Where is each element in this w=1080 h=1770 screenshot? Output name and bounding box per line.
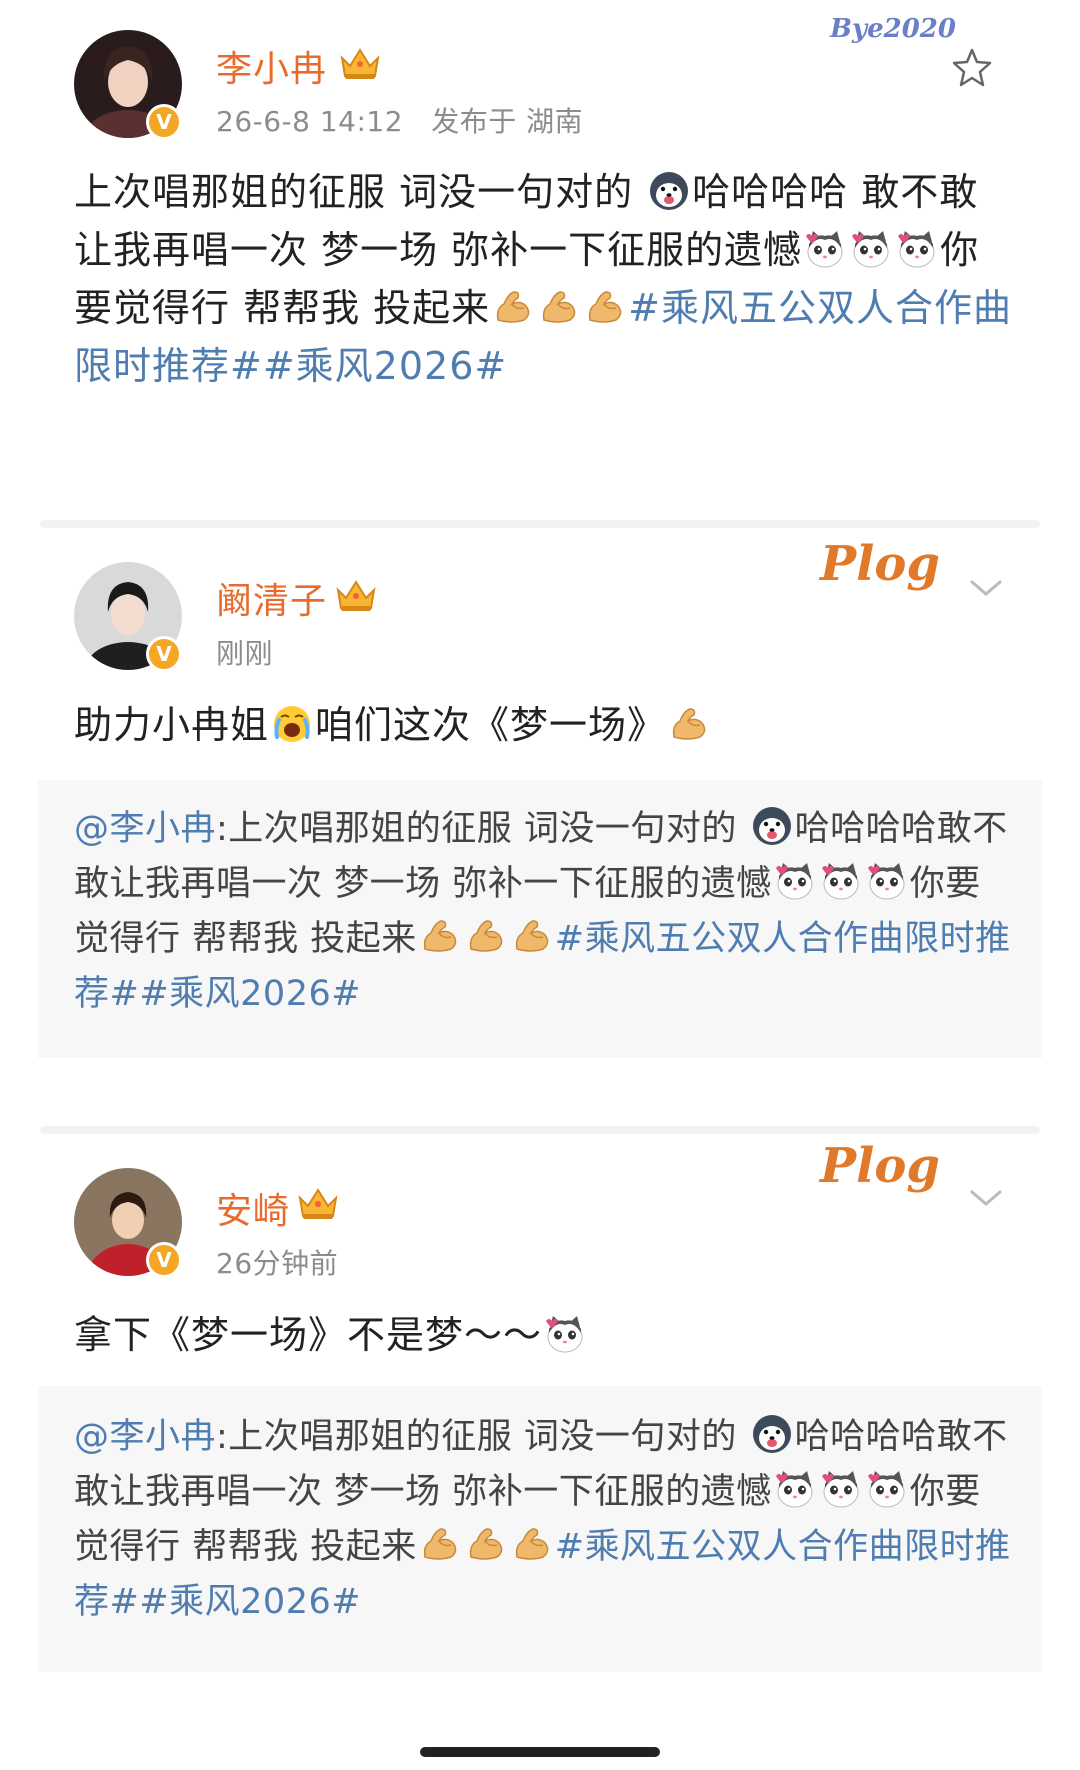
post-card-1: V 李小冉 26-6-8 14:12 发布于 湖南 Bye2020 上次唱那姐的… [0, 0, 1080, 460]
divider [40, 520, 1040, 528]
post-body: 助力小冉姐 咱们这次《梦一场》 [74, 696, 1014, 754]
quote-text-a: :上次唱那姐的征服 词没一句对的 [216, 1417, 749, 1457]
muscle-emoji-icon [492, 286, 534, 328]
crown-icon [338, 44, 382, 82]
sticker-text: Plog [820, 536, 940, 592]
username[interactable]: 李小冉 [216, 40, 327, 92]
divider [40, 1126, 1040, 1134]
post-time: 26-6-8 14:12 发布于 湖南 [216, 100, 583, 140]
cat-heart-emoji-icon [820, 860, 862, 902]
post-body: 上次唱那姐的征服 词没一句对的 哈哈哈哈 敢不敢让我再唱一次 梦一场 弥补一下征… [74, 163, 1014, 395]
body-text-a: 上次唱那姐的征服 词没一句对的 [74, 170, 647, 214]
husky-emoji-icon [751, 805, 793, 847]
post-card-2: V 阚清子 刚刚 Plog 助力小冉姐 咱们这次《梦一场》 @李小冉:上次唱那姐的… [0, 532, 1080, 1072]
muscle-emoji-icon [465, 1523, 507, 1565]
cat-heart-emoji-icon [866, 860, 908, 902]
muscle-emoji-icon [419, 915, 461, 957]
body-text-a: 助力小冉姐 [74, 703, 270, 747]
sticker-plog: Plog [820, 536, 940, 592]
sticker-plog: Plog [820, 1138, 940, 1194]
username[interactable]: 阚清子 [216, 572, 327, 624]
muscle-emoji-icon [511, 915, 553, 957]
topic-link[interactable]: #乘风2026# [263, 344, 507, 388]
topic-link[interactable]: #乘风2026# [139, 1582, 361, 1622]
chevron-down-icon[interactable] [968, 576, 1004, 600]
cat-heart-emoji-icon [896, 228, 938, 270]
crown-icon [334, 576, 378, 614]
muscle-emoji-icon [419, 1523, 461, 1565]
quoted-text: @李小冉:上次唱那姐的征服 词没一句对的 哈哈哈哈敢不敢让我再唱一次 梦一场 弥… [74, 1410, 1014, 1630]
muscle-emoji-icon [538, 286, 580, 328]
cat-heart-emoji-icon [866, 1468, 908, 1510]
timestamp: 刚刚 [216, 637, 274, 670]
timestamp: 26-6-8 14:12 [216, 105, 404, 138]
muscle-emoji-icon [668, 703, 710, 745]
timestamp: 26分钟前 [216, 1247, 339, 1280]
cat-heart-emoji-icon [850, 228, 892, 270]
body-text-a: 拿下《梦一场》不是梦～～ [74, 1313, 543, 1357]
home-indicator[interactable] [420, 1747, 660, 1757]
cat-heart-emoji-icon [544, 1313, 586, 1355]
cat-heart-emoji-icon [774, 1468, 816, 1510]
verified-badge-icon: V [146, 1242, 182, 1278]
mention-link[interactable]: @李小冉 [74, 1417, 216, 1457]
quoted-post[interactable]: @李小冉:上次唱那姐的征服 词没一句对的 哈哈哈哈敢不敢让我再唱一次 梦一场 弥… [38, 1386, 1042, 1672]
location: 发布于 湖南 [431, 105, 584, 138]
cat-heart-emoji-icon [774, 860, 816, 902]
quote-text-a: :上次唱那姐的征服 词没一句对的 [216, 809, 749, 849]
muscle-emoji-icon [511, 1523, 553, 1565]
husky-emoji-icon [751, 1413, 793, 1455]
sticker-text: Plog [820, 1138, 940, 1194]
quoted-text: @李小冉:上次唱那姐的征服 词没一句对的 哈哈哈哈敢不敢让我再唱一次 梦一场 弥… [74, 802, 1014, 1022]
sticker-text: Bye2020 [830, 14, 956, 44]
username[interactable]: 安崎 [216, 1182, 290, 1234]
topic-link[interactable]: #乘风2026# [139, 974, 361, 1014]
post-card-3: V 安崎 26分钟前 Plog 拿下《梦一场》不是梦～～ @李小冉:上次唱那姐的… [0, 1138, 1080, 1738]
verified-badge-icon: V [146, 636, 182, 672]
body-text-b: 咱们这次《梦一场》 [315, 703, 667, 747]
crying-face-emoji-icon [271, 703, 313, 745]
star-icon[interactable] [950, 46, 994, 90]
muscle-emoji-icon [465, 915, 507, 957]
husky-emoji-icon [648, 170, 690, 212]
sticker-bye2020: Bye2020 [830, 14, 956, 44]
crown-icon [296, 1184, 340, 1222]
cat-heart-emoji-icon [820, 1468, 862, 1510]
cat-heart-emoji-icon [804, 228, 846, 270]
quoted-post[interactable]: @李小冉:上次唱那姐的征服 词没一句对的 哈哈哈哈敢不敢让我再唱一次 梦一场 弥… [38, 780, 1042, 1058]
verified-badge-icon: V [146, 104, 182, 140]
chevron-down-icon[interactable] [968, 1186, 1004, 1210]
mention-link[interactable]: @李小冉 [74, 809, 216, 849]
post-body: 拿下《梦一场》不是梦～～ [74, 1306, 1014, 1364]
muscle-emoji-icon [584, 286, 626, 328]
